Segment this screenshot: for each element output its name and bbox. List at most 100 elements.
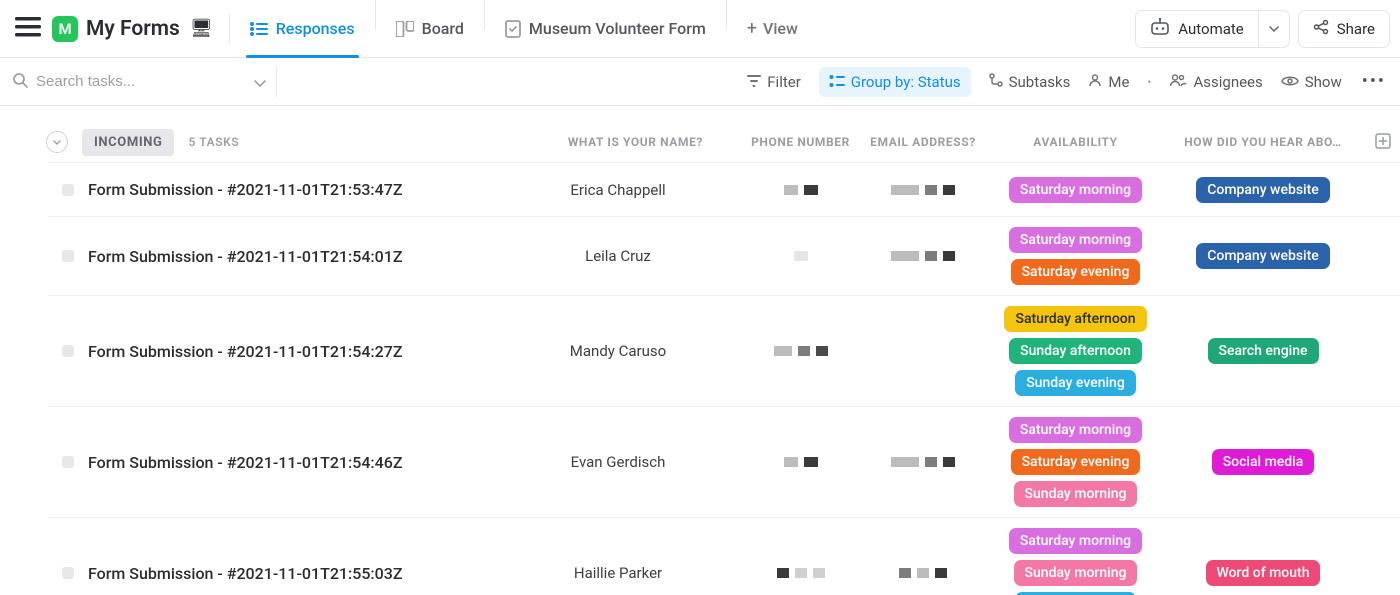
divider [484, 0, 485, 30]
availability-tag[interactable]: Sunday morning [1014, 560, 1138, 586]
automate-dropdown[interactable] [1258, 11, 1289, 47]
search-dropdown[interactable] [254, 73, 266, 91]
cell-phone[interactable] [743, 185, 858, 195]
group-by-label: Group by: Status [851, 73, 961, 91]
automate-button[interactable]: Automate [1136, 11, 1257, 47]
availability-tag[interactable]: Saturday morning [1009, 227, 1142, 253]
add-view-button[interactable]: + View [733, 0, 812, 58]
hear-about-tag[interactable]: Company website [1196, 177, 1330, 203]
assignees-button[interactable]: Assignees [1169, 73, 1262, 91]
redacted-text [798, 346, 810, 356]
cell-email[interactable] [858, 568, 988, 578]
collapse-group-button[interactable] [46, 131, 68, 153]
add-column-button[interactable] [1363, 133, 1400, 152]
status-box[interactable] [62, 456, 74, 468]
subtasks-label: Subtasks [1009, 73, 1071, 91]
search-input[interactable] [36, 73, 216, 90]
cell-phone[interactable] [743, 568, 858, 578]
status-box[interactable] [62, 345, 74, 357]
cell-hear-about[interactable]: Company website [1163, 243, 1363, 269]
show-label: Show [1305, 73, 1342, 91]
cell-name[interactable]: Haillie Parker [493, 564, 743, 582]
share-button[interactable]: Share [1298, 10, 1390, 48]
cell-name[interactable]: Erica Chappell [493, 181, 743, 199]
hear-about-tag[interactable]: Company website [1196, 243, 1330, 269]
status-box[interactable] [62, 184, 74, 196]
cell-availability[interactable]: Saturday morning Saturday evening [988, 227, 1163, 285]
column-header-phone[interactable]: PHONE NUMBER [743, 135, 858, 149]
subtasks-button[interactable]: Subtasks [989, 73, 1071, 91]
redacted-text [925, 185, 937, 195]
automate-label: Automate [1178, 20, 1243, 38]
redacted-text [795, 568, 807, 578]
cell-phone[interactable] [743, 457, 858, 467]
group-by-button[interactable]: Group by: Status [819, 67, 971, 97]
cell-availability[interactable]: Saturday afternoon Sunday afternoon Sunday… [988, 306, 1163, 396]
cell-name[interactable]: Evan Gerdisch [493, 453, 743, 471]
availability-tag[interactable]: Saturday evening [1011, 259, 1141, 285]
cell-hear-about[interactable]: Company website [1163, 177, 1363, 203]
task-name[interactable]: Form Submission - #2021-11-01T21:55:03Z [88, 564, 493, 583]
table-row[interactable]: Form Submission - #2021-11-01T21:53:47ZE… [48, 163, 1400, 217]
redacted-text [813, 568, 825, 578]
cell-email[interactable] [858, 457, 988, 467]
column-header-name[interactable]: WHAT IS YOUR NAME? [493, 135, 743, 149]
hear-about-tag[interactable]: Word of mouth [1206, 560, 1321, 586]
form-icon [505, 20, 521, 38]
eye-icon [1281, 73, 1299, 91]
cell-email[interactable] [858, 185, 988, 195]
tab-form[interactable]: Museum Volunteer Form [491, 0, 720, 58]
redacted-text [943, 185, 955, 195]
more-menu[interactable]: ••• [1360, 71, 1388, 92]
availability-tag[interactable]: Sunday afternoon [1009, 338, 1142, 364]
cell-availability[interactable]: Saturday morning Saturday evening Sunday m… [988, 417, 1163, 507]
cell-availability[interactable]: Saturday morningSunday morningSunday eve… [988, 528, 1163, 595]
redacted-text [804, 457, 818, 467]
availability-tag[interactable]: Saturday morning [1009, 528, 1142, 554]
cell-hear-about[interactable]: Word of mouth [1163, 560, 1363, 586]
column-header-hear-about[interactable]: HOW DID YOU HEAR ABO… [1163, 135, 1363, 149]
task-name[interactable]: Form Submission - #2021-11-01T21:54:46Z [88, 453, 493, 472]
cell-name[interactable]: Mandy Caruso [493, 342, 743, 360]
status-box[interactable] [62, 250, 74, 262]
status-box[interactable] [62, 567, 74, 579]
tab-label: Museum Volunteer Form [529, 19, 706, 38]
task-name[interactable]: Form Submission - #2021-11-01T21:54:27Z [88, 342, 493, 361]
table-row[interactable]: Form Submission - #2021-11-01T21:55:03ZH… [48, 518, 1400, 595]
cell-phone[interactable] [743, 251, 858, 261]
tab-board[interactable]: Board [382, 0, 478, 58]
me-label: Me [1108, 73, 1129, 91]
column-header-email[interactable]: EMAIL ADDRESS? [858, 135, 988, 149]
me-button[interactable]: Me [1088, 73, 1129, 91]
menu-icon[interactable] [10, 15, 46, 43]
filter-button[interactable]: Filter [747, 73, 801, 91]
tab-responses[interactable]: Responses [236, 0, 369, 58]
redacted-text [794, 251, 808, 261]
cell-hear-about[interactable]: Social media [1163, 449, 1363, 475]
breadcrumb-folder[interactable]: M My Forms 🖥 [52, 16, 213, 42]
availability-tag[interactable]: Saturday evening [1011, 449, 1141, 475]
availability-tag[interactable]: Saturday morning [1009, 417, 1142, 443]
cell-hear-about[interactable]: Search engine [1163, 338, 1363, 364]
group-status-badge[interactable]: INCOMING [82, 129, 174, 156]
cell-phone[interactable] [743, 346, 858, 356]
show-button[interactable]: Show [1281, 73, 1342, 91]
hear-about-tag[interactable]: Search engine [1208, 338, 1319, 364]
availability-tag[interactable]: Saturday morning [1009, 177, 1142, 203]
list-icon [250, 22, 268, 36]
availability-tag[interactable]: Saturday afternoon [1004, 306, 1146, 332]
availability-tag[interactable]: Sunday morning [1014, 481, 1138, 507]
cell-email[interactable] [858, 251, 988, 261]
task-name[interactable]: Form Submission - #2021-11-01T21:53:47Z [88, 180, 493, 199]
table-row[interactable]: Form Submission - #2021-11-01T21:54:01ZL… [48, 217, 1400, 296]
table-row[interactable]: Form Submission - #2021-11-01T21:54:46ZE… [48, 407, 1400, 518]
cell-availability[interactable]: Saturday morning [988, 177, 1163, 203]
hear-about-tag[interactable]: Social media [1212, 449, 1315, 475]
board-icon [396, 21, 414, 37]
cell-name[interactable]: Leila Cruz [493, 247, 743, 265]
page-title: My Forms [86, 17, 180, 41]
availability-tag[interactable]: Sunday evening [1015, 370, 1136, 396]
column-header-availability[interactable]: AVAILABILITY [988, 135, 1163, 149]
task-name[interactable]: Form Submission - #2021-11-01T21:54:01Z [88, 247, 493, 266]
table-row[interactable]: Form Submission - #2021-11-01T21:54:27ZM… [48, 296, 1400, 407]
